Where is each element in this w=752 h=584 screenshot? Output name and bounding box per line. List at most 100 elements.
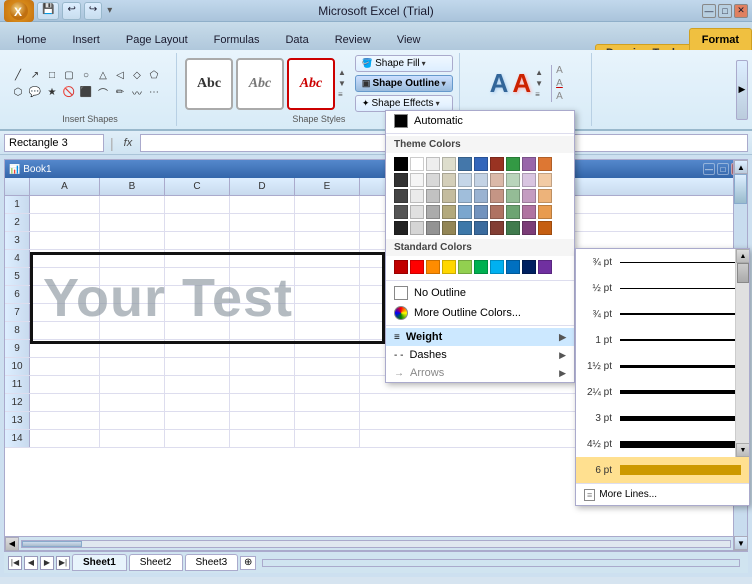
col-header-e[interactable]: E (295, 178, 360, 195)
grid-cell[interactable] (165, 358, 230, 375)
row-number[interactable]: 11 (5, 376, 30, 393)
color-swatch[interactable] (458, 221, 472, 235)
grid-cell[interactable] (230, 430, 295, 447)
tab-home[interactable]: Home (4, 28, 59, 50)
effects-arrow-icon[interactable]: ▾ (436, 99, 440, 108)
line-icon[interactable]: ╱ (10, 67, 26, 83)
color-swatch[interactable] (490, 173, 504, 187)
grid-cell[interactable] (100, 196, 165, 213)
grid-cell[interactable] (100, 358, 165, 375)
grid-cell[interactable] (30, 358, 100, 375)
grid-cell[interactable] (30, 214, 100, 231)
shape-overlay[interactable]: Your Test (30, 252, 385, 344)
row-number[interactable]: 3 (5, 232, 30, 249)
wordart-expand[interactable]: ≡ (535, 90, 543, 99)
grid-cell[interactable] (30, 196, 100, 213)
weight-item[interactable]: ≡ Weight ▶ (386, 328, 574, 346)
sheet-nav-first[interactable]: |◀ (8, 556, 22, 570)
shape-fill-button[interactable]: 🪣 Shape Fill ▾ (355, 55, 453, 72)
wordart-a1[interactable]: A (490, 68, 509, 99)
color-swatch[interactable] (426, 157, 440, 171)
row-number[interactable]: 9 (5, 340, 30, 357)
scribble-icon[interactable]: 〰 (129, 84, 145, 100)
ban-icon[interactable]: 🚫 (61, 84, 77, 100)
color-swatch[interactable] (506, 173, 520, 187)
color-swatch[interactable] (538, 205, 552, 219)
color-swatch[interactable] (442, 189, 456, 203)
color-swatch[interactable] (522, 157, 536, 171)
color-swatch[interactable] (410, 173, 424, 187)
color-swatch[interactable] (522, 221, 536, 235)
row-number[interactable]: 2 (5, 214, 30, 231)
v-scroll-down[interactable]: ▼ (734, 536, 748, 550)
color-swatch[interactable] (538, 189, 552, 203)
color-swatch[interactable] (538, 157, 552, 171)
style-expand[interactable]: ≡ (338, 90, 346, 99)
redo-button[interactable]: ↪ (84, 2, 102, 20)
list-item[interactable]: 3 pt (576, 405, 749, 431)
color-swatch[interactable] (426, 205, 440, 219)
triangle-icon[interactable]: △ (95, 67, 111, 83)
color-swatch[interactable] (394, 157, 408, 171)
grid-cell[interactable] (30, 430, 100, 447)
color-swatch[interactable] (410, 205, 424, 219)
color-swatch[interactable] (410, 260, 424, 274)
shape-outline-button[interactable]: ▣ Shape Outline ▾ (355, 75, 453, 92)
sheet-tab-2[interactable]: Sheet2 (129, 554, 183, 571)
round-rect-icon[interactable]: ▢ (61, 67, 77, 83)
style-up[interactable]: ▲ (338, 68, 346, 77)
callout-icon[interactable]: 💬 (27, 84, 43, 100)
color-swatch[interactable] (490, 205, 504, 219)
grid-cell[interactable] (230, 394, 295, 411)
close-button[interactable]: ✕ (734, 4, 748, 18)
tab-insert[interactable]: Insert (59, 28, 113, 50)
list-item[interactable]: ¾ pt (576, 249, 749, 275)
color-swatch[interactable] (410, 221, 424, 235)
grid-cell[interactable] (30, 376, 100, 393)
freeform-icon[interactable]: ✏ (112, 84, 128, 100)
grid-cell[interactable] (165, 214, 230, 231)
grid-cell[interactable] (230, 358, 295, 375)
color-swatch[interactable] (458, 173, 472, 187)
w-scroll-track[interactable] (736, 263, 749, 443)
arrow-icon[interactable]: ↗ (27, 67, 43, 83)
h-scroll-thumb[interactable] (22, 541, 82, 547)
color-swatch[interactable] (394, 173, 408, 187)
w-scroll-down[interactable]: ▼ (736, 443, 749, 457)
grid-cell[interactable] (30, 394, 100, 411)
diamond-icon[interactable]: ◇ (129, 67, 145, 83)
insert-sheet-btn[interactable]: ⊕ (240, 556, 256, 570)
grid-cell[interactable] (230, 214, 295, 231)
wordart-down[interactable]: ▼ (535, 79, 543, 88)
color-swatch[interactable] (426, 221, 440, 235)
name-box[interactable] (4, 134, 104, 152)
color-swatch[interactable] (442, 221, 456, 235)
color-swatch[interactable] (506, 205, 520, 219)
color-swatch[interactable] (394, 205, 408, 219)
wordart-up[interactable]: ▲ (535, 68, 543, 77)
grid-cell[interactable] (295, 358, 360, 375)
sheet-tab-3[interactable]: Sheet3 (185, 554, 239, 571)
grid-cell[interactable] (100, 412, 165, 429)
list-item[interactable]: 4½ pt (576, 431, 749, 457)
row-number[interactable]: 4 (5, 250, 30, 267)
pentagon-icon[interactable]: ⬠ (146, 67, 162, 83)
ribbon-scroll-right[interactable]: ▶ (736, 60, 748, 120)
tab-review[interactable]: Review (322, 28, 384, 50)
row-number[interactable]: 10 (5, 358, 30, 375)
color-swatch[interactable] (426, 260, 440, 274)
grid-cell[interactable] (100, 430, 165, 447)
sheet-nav-prev[interactable]: ◀ (24, 556, 38, 570)
ss-maximize[interactable]: □ (717, 163, 729, 175)
list-item[interactable]: 6 pt (576, 457, 749, 483)
w-scroll-thumb[interactable] (737, 263, 749, 283)
h-scroll-left[interactable]: ◀ (5, 537, 19, 551)
row-number[interactable]: 1 (5, 196, 30, 213)
color-swatch[interactable] (474, 260, 488, 274)
color-swatch[interactable] (506, 189, 520, 203)
style-down[interactable]: ▼ (338, 79, 346, 88)
col-header-a[interactable]: A (30, 178, 100, 195)
fill-arrow-icon[interactable]: ▾ (422, 59, 426, 68)
grid-cell[interactable] (295, 376, 360, 393)
row-number[interactable]: 13 (5, 412, 30, 429)
